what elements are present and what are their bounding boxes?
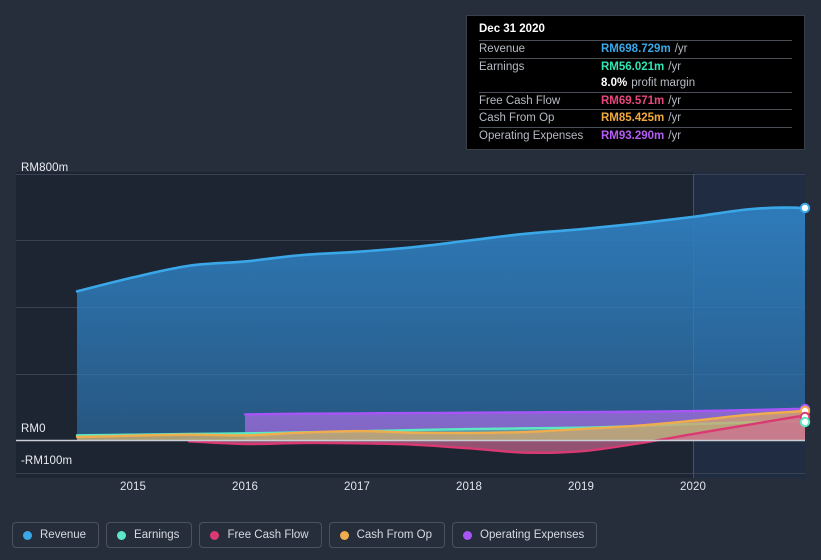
x-axis-label: 2016: [232, 481, 258, 493]
tooltip-row-name: Operating Expenses: [479, 129, 584, 142]
legend-item-label: Cash From Op: [356, 529, 433, 541]
financial-chart: RM800m RM0 -RM100m 2015 2016 2017 2018 2019 202…: [0, 0, 821, 560]
tooltip-row-value: RM93.290m: [601, 129, 665, 142]
legend-color-dot-icon: [210, 530, 220, 540]
tooltip-row-value: RM85.425m: [601, 112, 665, 125]
legend-item-revenue[interactable]: Revenue: [12, 522, 100, 548]
legend-color-dot-icon: [117, 530, 127, 540]
tooltip-title: Dec 31 2020: [479, 23, 545, 35]
legend-color-dot-icon: [339, 530, 349, 540]
tooltip-row: Operating Expenses RM93.290m/yr: [479, 126, 792, 145]
tooltip-row: Free Cash Flow RM69.571m/yr: [479, 91, 792, 110]
x-axis-label: 2018: [456, 481, 482, 493]
tooltip-profit-margin-row: 8.0% profit margin: [479, 75, 792, 92]
tooltip-row-name: Earnings: [479, 60, 525, 73]
tooltip-row-name: Free Cash Flow: [479, 94, 561, 107]
tooltip-row-value: RM56.021m: [601, 60, 665, 73]
legend-item-free-cash-flow[interactable]: Free Cash Flow: [199, 522, 322, 548]
tooltip-row-unit: /yr: [668, 129, 682, 142]
tooltip-rows: Revenue RM698.729m/yr Earnings RM56.021m/yr…: [479, 40, 792, 145]
legend-item-cash-from-op[interactable]: Cash From Op: [328, 522, 446, 548]
tooltip-row-value: RM69.571m: [601, 94, 665, 107]
tooltip-row: Cash From Op RM85.425m/yr: [479, 109, 792, 127]
legend-item-label: Free Cash Flow: [227, 529, 309, 541]
legend-color-dot-icon: [463, 530, 473, 540]
tooltip-row-unit: /yr: [668, 112, 682, 125]
y-axis-label: RM0: [21, 423, 46, 435]
chart-legend: Revenue Earnings Free Cash Flow Cash From O…: [12, 522, 598, 548]
tooltip-row-unit: /yr: [674, 43, 688, 55]
legend-item-operating-expenses[interactable]: Operating Expenses: [452, 522, 598, 548]
tooltip-row: Earnings RM56.021m/yr: [479, 57, 792, 76]
legend-item-label: Earnings: [134, 529, 180, 541]
tooltip-row-unit: /yr: [668, 60, 682, 73]
x-axis-label: 2015: [120, 481, 146, 493]
x-axis-label: 2017: [344, 481, 370, 493]
tooltip-row-value: RM698.729m: [601, 43, 671, 55]
y-axis-label: -RM100m: [21, 455, 73, 467]
legend-item-label: Operating Expenses: [480, 529, 585, 541]
tooltip-row-unit: /yr: [668, 94, 682, 107]
y-axis-label: RM800m: [21, 162, 69, 174]
tooltip-row-name: Cash From Op: [479, 112, 555, 125]
legend-item-earnings[interactable]: Earnings: [106, 522, 193, 548]
data-tooltip: Dec 31 2020 Revenue RM698.729m/yr Earnings…: [466, 15, 805, 150]
x-axis-label: 2020: [680, 481, 706, 493]
tooltip-row: Revenue RM698.729m/yr: [479, 40, 792, 58]
tooltip-profit-margin-value: 8.0%: [601, 77, 628, 90]
tooltip-profit-margin-label: profit margin: [631, 77, 696, 90]
legend-color-dot-icon: [23, 530, 32, 540]
x-axis-label: 2019: [568, 481, 594, 493]
legend-item-label: Revenue: [40, 529, 87, 541]
tooltip-row-name: Revenue: [479, 43, 526, 55]
